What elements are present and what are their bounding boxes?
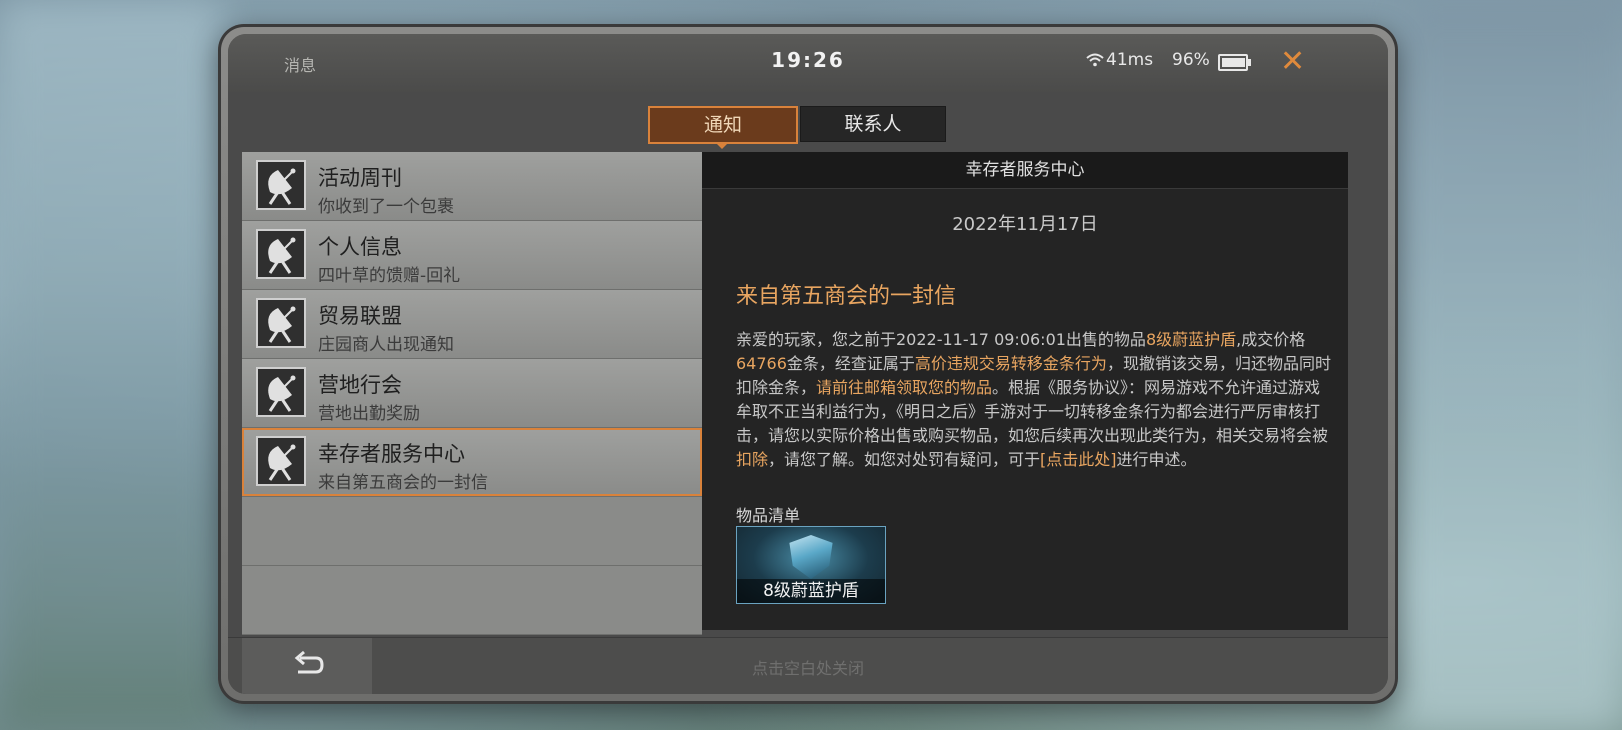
list-item-subtitle: 庄园商人出现通知: [318, 335, 454, 355]
messages-screen: 消息 19:26 41ms 96% ✕ 通知 联系人 活动周刊 你收到了一个包裹: [228, 34, 1388, 694]
list-item[interactable]: 活动周刊 你收到了一个包裹: [242, 152, 702, 221]
body-highlight: 扣除: [736, 450, 769, 469]
detail-title: 来自第五商会的一封信: [736, 284, 957, 309]
message-list: 活动周刊 你收到了一个包裹 个人信息 四叶草的馈赠-回礼 贸易联盟 庄园商人出现…: [242, 152, 702, 635]
tab-contacts[interactable]: 联系人: [800, 106, 946, 142]
list-item-title: 个人信息: [318, 235, 402, 259]
ping-readout: 41ms: [1106, 50, 1154, 70]
list-item[interactable]: 营地行会 营地出勤奖励: [242, 359, 702, 428]
list-item-title: 贸易联盟: [318, 304, 402, 328]
back-arrow-icon: [292, 650, 324, 684]
body-highlight: 请前往邮箱领取您的物品: [816, 378, 993, 397]
list-item-subtitle: 来自第五商会的一封信: [318, 473, 488, 493]
satellite-dish-icon: [256, 436, 306, 486]
satellite-dish-icon: [256, 298, 306, 348]
status-bar: 消息 19:26 41ms 96% ✕: [228, 34, 1388, 92]
empty-list-slot: [242, 497, 702, 566]
clock: 19:26: [771, 48, 845, 72]
body-text: 进行申述。: [1116, 450, 1197, 469]
close-icon[interactable]: ✕: [1280, 44, 1305, 79]
body-highlight: 8级蔚蓝护盾: [1145, 330, 1237, 349]
shield-icon: [789, 535, 833, 579]
list-item-subtitle: 你收到了一个包裹: [318, 197, 454, 217]
item-card[interactable]: 8级蔚蓝护盾: [736, 526, 886, 604]
list-item-subtitle: 营地出勤奖励: [318, 404, 420, 424]
detail-date: 2022年11月17日: [952, 214, 1098, 235]
list-item[interactable]: 贸易联盟 庄园商人出现通知: [242, 290, 702, 359]
bottom-bar: 点击空白处关闭: [228, 637, 1388, 694]
detail-sender: 幸存者服务中心: [702, 152, 1348, 189]
list-item-selected[interactable]: 幸存者服务中心 来自第五商会的一封信: [242, 428, 702, 497]
satellite-dish-icon: [256, 229, 306, 279]
satellite-dish-icon: [256, 160, 306, 210]
body-text: ，请您了解。如您对处罚有疑问，可于: [768, 450, 1041, 469]
item-name: 8级蔚蓝护盾: [737, 579, 885, 603]
list-item-subtitle: 四叶草的馈赠-回礼: [318, 266, 461, 286]
detail-body: 亲爱的玩家，您之前于2022-11-17 09:06:01出售的物品8级蔚蓝护盾…: [736, 328, 1336, 472]
tab-notifications[interactable]: 通知: [648, 106, 798, 149]
back-button[interactable]: [242, 638, 372, 694]
message-detail: 幸存者服务中心 2022年11月17日 来自第五商会的一封信 亲爱的玩家，您之前…: [702, 152, 1348, 630]
close-hint[interactable]: 点击空白处关闭: [228, 655, 1388, 679]
appeal-link[interactable]: [点击此处]: [1040, 450, 1117, 469]
wifi-icon: [1086, 52, 1104, 71]
list-item-title: 活动周刊: [318, 166, 402, 190]
empty-list-slot: [242, 566, 702, 635]
body-text: ,成交价格: [1236, 330, 1306, 349]
body-highlight: 高价违规交易转移金条行为: [914, 354, 1107, 373]
list-item-title: 营地行会: [318, 373, 402, 397]
body-text: 亲爱的玩家，您之前于2022-11-17 09:06:01出售的物品: [736, 330, 1146, 349]
items-label: 物品清单: [736, 506, 801, 525]
body-text: 金条，经查证属于: [786, 354, 915, 373]
list-item[interactable]: 个人信息 四叶草的馈赠-回礼: [242, 221, 702, 290]
battery-icon: [1218, 54, 1251, 71]
list-item-title: 幸存者服务中心: [318, 442, 465, 466]
battery-percent: 96%: [1172, 50, 1210, 70]
body-highlight: 64766: [736, 354, 787, 373]
phone-frame: 消息 19:26 41ms 96% ✕ 通知 联系人 活动周刊 你收到了一个包裹: [218, 24, 1398, 704]
satellite-dish-icon: [256, 367, 306, 417]
